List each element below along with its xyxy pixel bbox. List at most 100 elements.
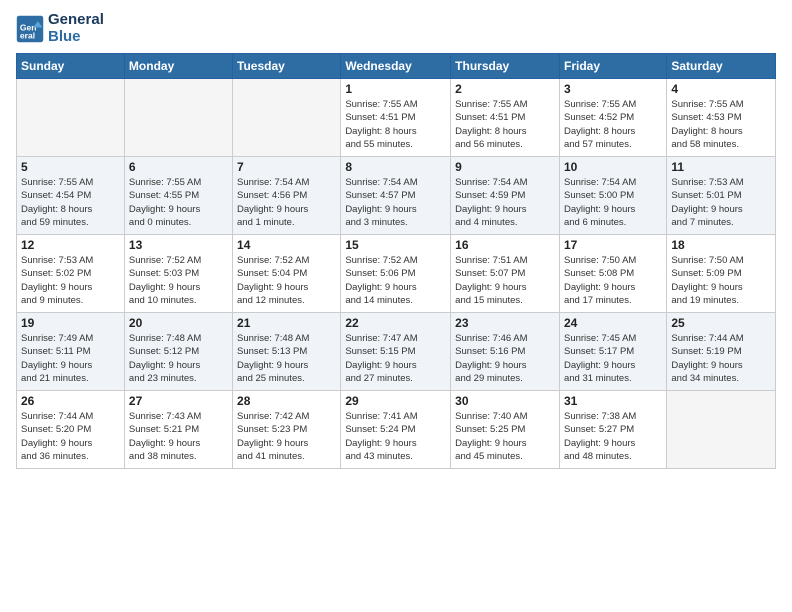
day-number: 13	[129, 238, 228, 252]
calendar-cell: 14 Sunrise: 7:52 AM Sunset: 5:04 PM Dayli…	[233, 235, 341, 313]
calendar-cell	[17, 79, 125, 157]
calendar-cell: 22Sunrise: 7:47 AM Sunset: 5:15 PM Dayli…	[341, 313, 451, 391]
logo-icon: Gen eral	[16, 15, 44, 43]
day-number: 27	[129, 394, 228, 408]
day-info: Sunrise: 7:43 AM Sunset: 5:21 PM Dayligh…	[129, 410, 228, 463]
day-info: Sunrise: 7:52 AM Sunset: 5:04 PM Dayligh…	[237, 254, 336, 307]
calendar-cell	[667, 391, 776, 469]
calendar-week-row: 19 Sunrise: 7:49 AM Sunset: 5:11 PM Dayli…	[17, 313, 776, 391]
calendar-weekday-header: Wednesday	[341, 54, 451, 79]
calendar-weekday-header: Friday	[559, 54, 666, 79]
day-number: 28	[237, 394, 336, 408]
day-info: Sunrise: 7:47 AM Sunset: 5:15 PM Dayligh…	[345, 332, 446, 385]
logo-text: General Blue	[48, 12, 104, 45]
calendar-cell: 28 Sunrise: 7:42 AM Sunset: 5:23 PM Dayli…	[233, 391, 341, 469]
svg-text:eral: eral	[20, 30, 35, 40]
calendar-cell: 5Sunrise: 7:55 AM Sunset: 4:54 PM Daylig…	[17, 157, 125, 235]
day-info: Sunrise: 7:44 AM Sunset: 5:19 PM Dayligh…	[671, 332, 771, 385]
calendar-cell: 18 Sunrise: 7:50 AM Sunset: 5:09 PM Dayli…	[667, 235, 776, 313]
day-info: Sunrise: 7:48 AM Sunset: 5:13 PM Dayligh…	[237, 332, 336, 385]
day-info: Sunrise: 7:54 AM Sunset: 5:00 PM Dayligh…	[564, 176, 662, 229]
calendar-cell: 26 Sunrise: 7:44 AM Sunset: 5:20 PM Dayli…	[17, 391, 125, 469]
calendar-cell: 3 Sunrise: 7:55 AM Sunset: 4:52 PM Daylig…	[559, 79, 666, 157]
calendar-week-row: 12 Sunrise: 7:53 AM Sunset: 5:02 PM Dayli…	[17, 235, 776, 313]
day-info: Sunrise: 7:52 AM Sunset: 5:03 PM Dayligh…	[129, 254, 228, 307]
day-info: Sunrise: 7:55 AM Sunset: 4:55 PM Dayligh…	[129, 176, 228, 229]
calendar-cell: 31Sunrise: 7:38 AM Sunset: 5:27 PM Dayli…	[559, 391, 666, 469]
calendar-cell	[124, 79, 232, 157]
calendar-table: SundayMondayTuesdayWednesdayThursdayFrid…	[16, 53, 776, 469]
calendar-weekday-header: Sunday	[17, 54, 125, 79]
day-info: Sunrise: 7:54 AM Sunset: 4:59 PM Dayligh…	[455, 176, 555, 229]
page-container: Gen eral General Blue SundayMondayTuesda…	[0, 0, 792, 477]
calendar-cell: 10Sunrise: 7:54 AM Sunset: 5:00 PM Dayli…	[559, 157, 666, 235]
day-number: 26	[21, 394, 120, 408]
day-number: 12	[21, 238, 120, 252]
day-number: 23	[455, 316, 555, 330]
day-info: Sunrise: 7:46 AM Sunset: 5:16 PM Dayligh…	[455, 332, 555, 385]
day-info: Sunrise: 7:54 AM Sunset: 4:57 PM Dayligh…	[345, 176, 446, 229]
day-info: Sunrise: 7:55 AM Sunset: 4:51 PM Dayligh…	[345, 98, 446, 151]
calendar-week-row: 1 Sunrise: 7:55 AM Sunset: 4:51 PM Daylig…	[17, 79, 776, 157]
day-info: Sunrise: 7:53 AM Sunset: 5:02 PM Dayligh…	[21, 254, 120, 307]
day-number: 21	[237, 316, 336, 330]
day-number: 11	[671, 160, 771, 174]
day-info: Sunrise: 7:40 AM Sunset: 5:25 PM Dayligh…	[455, 410, 555, 463]
day-number: 3	[564, 82, 662, 96]
calendar-cell	[233, 79, 341, 157]
calendar-cell: 23 Sunrise: 7:46 AM Sunset: 5:16 PM Dayli…	[451, 313, 560, 391]
calendar-cell: 7 Sunrise: 7:54 AM Sunset: 4:56 PM Daylig…	[233, 157, 341, 235]
day-number: 30	[455, 394, 555, 408]
day-number: 18	[671, 238, 771, 252]
calendar-weekday-header: Monday	[124, 54, 232, 79]
calendar-cell: 20Sunrise: 7:48 AM Sunset: 5:12 PM Dayli…	[124, 313, 232, 391]
calendar-cell: 17 Sunrise: 7:50 AM Sunset: 5:08 PM Dayli…	[559, 235, 666, 313]
day-number: 24	[564, 316, 662, 330]
day-info: Sunrise: 7:55 AM Sunset: 4:54 PM Dayligh…	[21, 176, 120, 229]
calendar-cell: 21 Sunrise: 7:48 AM Sunset: 5:13 PM Dayli…	[233, 313, 341, 391]
calendar-header-row: SundayMondayTuesdayWednesdayThursdayFrid…	[17, 54, 776, 79]
day-number: 16	[455, 238, 555, 252]
calendar-weekday-header: Saturday	[667, 54, 776, 79]
day-number: 17	[564, 238, 662, 252]
day-info: Sunrise: 7:53 AM Sunset: 5:01 PM Dayligh…	[671, 176, 771, 229]
header: Gen eral General Blue	[16, 12, 776, 45]
day-number: 2	[455, 82, 555, 96]
day-info: Sunrise: 7:49 AM Sunset: 5:11 PM Dayligh…	[21, 332, 120, 385]
day-number: 19	[21, 316, 120, 330]
day-info: Sunrise: 7:55 AM Sunset: 4:53 PM Dayligh…	[671, 98, 771, 151]
day-number: 1	[345, 82, 446, 96]
calendar-cell: 13 Sunrise: 7:52 AM Sunset: 5:03 PM Dayli…	[124, 235, 232, 313]
day-info: Sunrise: 7:45 AM Sunset: 5:17 PM Dayligh…	[564, 332, 662, 385]
day-number: 8	[345, 160, 446, 174]
day-number: 29	[345, 394, 446, 408]
day-info: Sunrise: 7:42 AM Sunset: 5:23 PM Dayligh…	[237, 410, 336, 463]
day-info: Sunrise: 7:51 AM Sunset: 5:07 PM Dayligh…	[455, 254, 555, 307]
calendar-cell: 29 Sunrise: 7:41 AM Sunset: 5:24 PM Dayli…	[341, 391, 451, 469]
day-number: 7	[237, 160, 336, 174]
day-info: Sunrise: 7:54 AM Sunset: 4:56 PM Dayligh…	[237, 176, 336, 229]
calendar-cell: 9 Sunrise: 7:54 AM Sunset: 4:59 PM Daylig…	[451, 157, 560, 235]
logo: Gen eral General Blue	[16, 12, 104, 45]
calendar-cell: 1 Sunrise: 7:55 AM Sunset: 4:51 PM Daylig…	[341, 79, 451, 157]
day-info: Sunrise: 7:50 AM Sunset: 5:08 PM Dayligh…	[564, 254, 662, 307]
calendar-cell: 4Sunrise: 7:55 AM Sunset: 4:53 PM Daylig…	[667, 79, 776, 157]
day-info: Sunrise: 7:55 AM Sunset: 4:52 PM Dayligh…	[564, 98, 662, 151]
calendar-cell: 12 Sunrise: 7:53 AM Sunset: 5:02 PM Dayli…	[17, 235, 125, 313]
day-info: Sunrise: 7:55 AM Sunset: 4:51 PM Dayligh…	[455, 98, 555, 151]
day-info: Sunrise: 7:41 AM Sunset: 5:24 PM Dayligh…	[345, 410, 446, 463]
day-number: 6	[129, 160, 228, 174]
day-info: Sunrise: 7:44 AM Sunset: 5:20 PM Dayligh…	[21, 410, 120, 463]
calendar-weekday-header: Tuesday	[233, 54, 341, 79]
calendar-cell: 27 Sunrise: 7:43 AM Sunset: 5:21 PM Dayli…	[124, 391, 232, 469]
calendar-weekday-header: Thursday	[451, 54, 560, 79]
calendar-cell: 6 Sunrise: 7:55 AM Sunset: 4:55 PM Daylig…	[124, 157, 232, 235]
day-number: 31	[564, 394, 662, 408]
calendar-cell: 15Sunrise: 7:52 AM Sunset: 5:06 PM Dayli…	[341, 235, 451, 313]
calendar-cell: 2 Sunrise: 7:55 AM Sunset: 4:51 PM Daylig…	[451, 79, 560, 157]
day-number: 9	[455, 160, 555, 174]
day-info: Sunrise: 7:50 AM Sunset: 5:09 PM Dayligh…	[671, 254, 771, 307]
day-number: 14	[237, 238, 336, 252]
calendar-week-row: 26 Sunrise: 7:44 AM Sunset: 5:20 PM Dayli…	[17, 391, 776, 469]
day-info: Sunrise: 7:48 AM Sunset: 5:12 PM Dayligh…	[129, 332, 228, 385]
